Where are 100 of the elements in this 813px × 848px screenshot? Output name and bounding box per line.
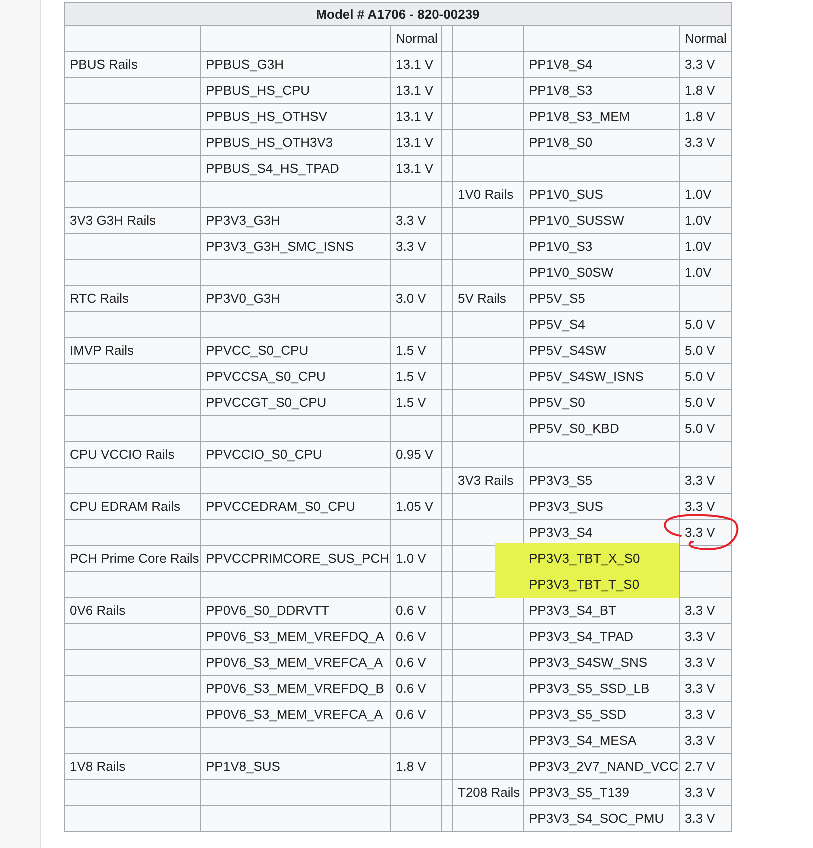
table-cell: PP3V3_S4SW_SNS xyxy=(529,655,648,670)
table-cell: 5.0 V xyxy=(685,369,716,384)
table-cell: 0.6 V xyxy=(396,681,426,696)
table-cell: IMVP Rails xyxy=(70,343,134,358)
table-cell: PP3V3_G3H xyxy=(206,213,280,228)
table-cell: PP3V3_2V7_NAND_VCC xyxy=(529,759,679,774)
table-cell: 0.6 V xyxy=(396,707,426,722)
table-cell: 3.3 V xyxy=(685,499,716,514)
table-cell: PP3V3_S4_BT xyxy=(529,603,616,618)
table-cell: PPBUS_S4_HS_TPAD xyxy=(206,161,340,176)
table-cell: PP3V3_G3H_SMC_ISNS xyxy=(206,239,354,254)
table-cell: PP3V3_S5_SSD_LB xyxy=(529,681,650,696)
table-cell: PP5V_S4SW_ISNS xyxy=(529,369,644,384)
table-cell: PPBUS_G3H xyxy=(206,57,284,72)
table-cell: 1.5 V xyxy=(396,395,426,410)
table-cell: 5.0 V xyxy=(685,343,716,358)
table-cell: PP3V3_S5 xyxy=(529,473,593,488)
table-cell: 13.1 V xyxy=(396,161,434,176)
table-cell: 1.8 V xyxy=(685,109,716,124)
table-cell: PPVCC_S0_CPU xyxy=(206,343,309,358)
table-cell: 0V6 Rails xyxy=(70,603,126,618)
table-cell: 5.0 V xyxy=(685,395,716,410)
table-cell: 3.3 V xyxy=(685,733,716,748)
table-cell: PP0V6_S0_DDRVTT xyxy=(206,603,330,618)
table-cell: 3.3 V xyxy=(685,655,716,670)
table-cell: 3.3 V xyxy=(685,629,716,644)
table-cell: 0.6 V xyxy=(396,629,426,644)
table-cell: 1V8 Rails xyxy=(70,759,126,774)
table-cell: PP1V8_S0 xyxy=(529,135,593,150)
table-cell: PP1V8_SUS xyxy=(206,759,280,774)
column-header: Normal xyxy=(685,31,727,46)
table-cell: 5V Rails xyxy=(458,291,506,306)
table-cell: 1V0 Rails xyxy=(458,187,514,202)
table-cell: 3.3 V xyxy=(685,603,716,618)
table-cell: PPBUS_HS_CPU xyxy=(206,83,310,98)
table-cell: 1.0V xyxy=(685,213,712,228)
table-cell: PP3V3_TBT_X_S0 xyxy=(529,551,640,566)
table-cell: PPVCCPRIMCORE_SUS_PCH xyxy=(206,551,390,566)
table-cell: PP3V3_SUS xyxy=(529,499,604,514)
table-cell: PP1V8_S3 xyxy=(529,83,593,98)
table-title: Model # A1706 - 820-00239 xyxy=(316,6,480,22)
table-cell: PP1V8_S4 xyxy=(529,57,593,72)
table-cell: 1.5 V xyxy=(396,343,426,358)
column-header: Normal xyxy=(396,31,438,46)
table-cell: PP3V3_S4 xyxy=(529,525,593,540)
table-cell: PPBUS_HS_OTHSV xyxy=(206,109,328,124)
table-cell: PP3V3_S5_SSD xyxy=(529,707,627,722)
table-cell: 3.3 V xyxy=(685,135,716,150)
table-cell: 3V3 Rails xyxy=(458,473,514,488)
table-cell: 3.3 V xyxy=(685,785,716,800)
table-cell: PBUS Rails xyxy=(70,57,138,72)
table-cell: 3V3 G3H Rails xyxy=(70,213,156,228)
table-cell: PP3V0_G3H xyxy=(206,291,280,306)
table-cell: PP3V3_TBT_T_S0 xyxy=(529,577,640,592)
table-cell: PP3V3_S5_T139 xyxy=(529,785,630,800)
table-cell: PPVCCIO_S0_CPU xyxy=(206,447,322,462)
table-cell: PP0V6_S3_MEM_VREFCA_A xyxy=(206,707,384,722)
table-cell: PP5V_S0 xyxy=(529,395,586,410)
table-cell: PPBUS_HS_OTH3V3 xyxy=(206,135,334,150)
table-cell: T208 Rails xyxy=(458,785,520,800)
table-cell: PP0V6_S3_MEM_VREFDQ_B xyxy=(206,681,384,696)
table-cell: 1.05 V xyxy=(396,499,434,514)
table-cell: 13.1 V xyxy=(396,57,434,72)
table-cell: PP1V0_S0SW xyxy=(529,265,614,280)
table-cell: 0.95 V xyxy=(396,447,434,462)
table-cell: CPU VCCIO Rails xyxy=(70,447,175,462)
table-cell: PPVCCSA_S0_CPU xyxy=(206,369,326,384)
table-cell: PP3V3_S4_SOC_PMU xyxy=(529,811,664,826)
table-cell: PCH Prime Core Rails xyxy=(70,551,200,566)
table-cell: CPU EDRAM Rails xyxy=(70,499,181,514)
table-cell: 5.0 V xyxy=(685,421,716,436)
table-cell: 5.0 V xyxy=(685,317,716,332)
table-cell: 0.6 V xyxy=(396,603,426,618)
table-cell: 3.3 V xyxy=(685,811,716,826)
table-cell: 3.3 V xyxy=(396,213,426,228)
table-cell: PP0V6_S3_MEM_VREFDQ_A xyxy=(206,629,384,644)
table-cell: 1.8 V xyxy=(396,759,426,774)
table-cell: PP1V0_S3 xyxy=(529,239,593,254)
table-cell: 1.5 V xyxy=(396,369,426,384)
table-cell: 3.3 V xyxy=(685,473,716,488)
table-cell: PP5V_S4SW xyxy=(529,343,606,358)
table-cell: 3.3 V xyxy=(685,681,716,696)
table-cell: 3.3 V xyxy=(685,57,716,72)
table-cell: 1.0V xyxy=(685,239,712,254)
table-cell: PPVCCEDRAM_S0_CPU xyxy=(206,499,356,514)
table-cell: PP1V0_SUS xyxy=(529,187,604,202)
table-cell: 3.3 V xyxy=(396,239,426,254)
table-cell: 3.3 V xyxy=(685,707,716,722)
table-cell: 13.1 V xyxy=(396,83,434,98)
table-cell: 13.1 V xyxy=(396,109,434,124)
table-cell: 3.3 V xyxy=(685,525,716,540)
table-cell: 2.7 V xyxy=(685,759,716,774)
table-cell: PP5V_S5 xyxy=(529,291,586,306)
table-cell: PP1V8_S3_MEM xyxy=(529,109,630,124)
table-cell: 1.0 V xyxy=(396,551,426,566)
table-cell: 1.8 V xyxy=(685,83,716,98)
table-cell: 13.1 V xyxy=(396,135,434,150)
table-cell: PPVCCGT_S0_CPU xyxy=(206,395,327,410)
table-cell: RTC Rails xyxy=(70,291,129,306)
table-cell: PP1V0_SUSSW xyxy=(529,213,624,228)
